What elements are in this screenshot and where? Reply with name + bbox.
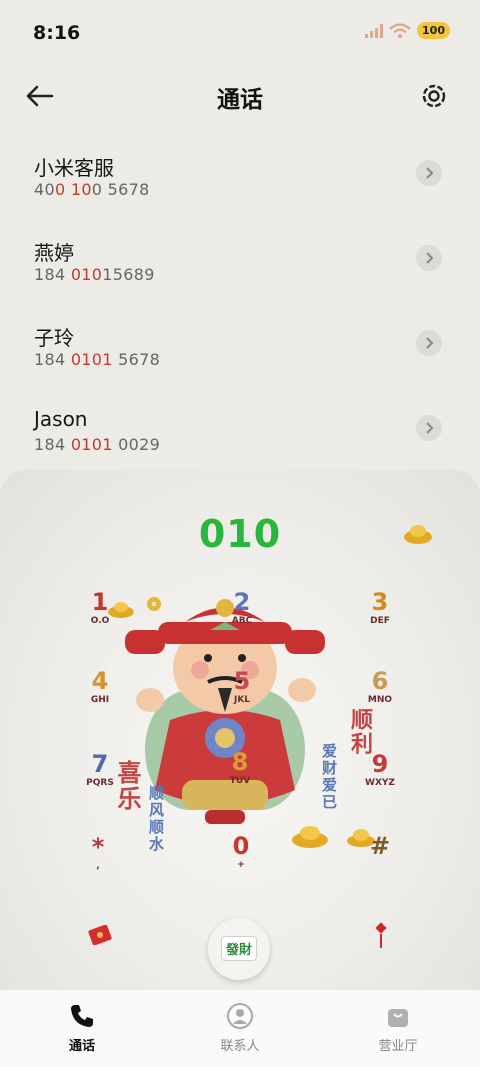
- dial-key-2[interactable]: 2 ABC: [212, 588, 272, 627]
- contact-item[interactable]: 子玲 184 0101 5678: [0, 300, 480, 385]
- dial-key-3[interactable]: 3 DEF: [350, 588, 410, 627]
- dial-key-hash[interactable]: #: [350, 832, 410, 860]
- contact-number: 184 0101 5678: [34, 350, 161, 369]
- page-title: 通话: [217, 87, 263, 113]
- dial-key-9[interactable]: 9 WXYZ: [350, 750, 410, 789]
- status-time: 8:16: [33, 22, 81, 44]
- chevron-right-icon[interactable]: [416, 245, 442, 271]
- contact-number: 400 100 5678: [34, 180, 150, 199]
- dial-key-6[interactable]: 6 MNO: [350, 667, 410, 706]
- person-icon: [227, 1003, 253, 1029]
- nav-tab-contacts[interactable]: 联系人: [190, 1002, 290, 1054]
- deco-aicai: 爱财爱已: [320, 743, 338, 811]
- status-icons: 100: [365, 22, 450, 39]
- chevron-right-icon[interactable]: [416, 330, 442, 356]
- chevron-right-icon[interactable]: [416, 160, 442, 186]
- dial-key-0[interactable]: 0 +: [211, 832, 271, 871]
- gold-ingot-icon[interactable]: [402, 520, 434, 546]
- header: 通话: [0, 70, 480, 120]
- contact-name: 燕婷: [34, 241, 74, 265]
- nav-tab-business-hall[interactable]: 营业厅: [348, 1002, 448, 1054]
- dial-key-5[interactable]: 5 JKL: [212, 667, 272, 706]
- signal-icon: [365, 23, 384, 38]
- phone-icon: [71, 1005, 93, 1027]
- contact-item[interactable]: 小米客服 400 100 5678: [0, 130, 480, 215]
- contact-item[interactable]: Jason 184 0101 0029: [0, 385, 480, 470]
- dialer-panel: 010 喜乐 顺风顺水 爱财爱已 顺利 1 O.O 2 ABC 3 DEF 4 …: [0, 470, 480, 990]
- battery-indicator: 100: [417, 22, 450, 39]
- contact-name: 子玲: [34, 326, 74, 350]
- contact-name: Jason: [34, 407, 88, 431]
- mahjong-facai-icon: 發財: [220, 936, 257, 961]
- bottom-nav: 通话 联系人 营业厅: [0, 990, 480, 1067]
- chevron-right-icon[interactable]: [416, 415, 442, 441]
- dial-key-7[interactable]: 7 PQRS: [70, 750, 130, 789]
- red-envelope-icon[interactable]: [88, 925, 112, 945]
- deco-shunfeng: 顺风顺水: [147, 785, 165, 853]
- deco-shunli: 顺利: [347, 708, 372, 756]
- nav-tab-calls[interactable]: 通话: [32, 1002, 132, 1054]
- bag-icon: [388, 1009, 408, 1027]
- status-bar: 8:16 100: [0, 0, 480, 70]
- contact-number: 184 01015689: [34, 265, 155, 284]
- contact-list: 小米客服 400 100 5678 燕婷 184 01015689 子玲 184…: [0, 130, 480, 470]
- gear-icon[interactable]: [416, 78, 452, 114]
- dial-key-star[interactable]: *,: [68, 833, 128, 872]
- contact-item[interactable]: 燕婷 184 01015689: [0, 215, 480, 300]
- coin-icon: [147, 597, 161, 611]
- dial-key-4[interactable]: 4 GHI: [70, 667, 130, 706]
- gold-ingot-icon: [292, 826, 328, 848]
- dial-key-1[interactable]: 1 O.O: [70, 588, 130, 627]
- contact-number: 184 0101 0029: [34, 435, 161, 454]
- wifi-icon: [389, 22, 411, 38]
- contact-name: 小米客服: [34, 156, 114, 180]
- dial-key-8[interactable]: 8 TUV: [210, 748, 270, 787]
- call-button[interactable]: 發財: [208, 918, 270, 980]
- chinese-knot-icon[interactable]: [372, 920, 390, 950]
